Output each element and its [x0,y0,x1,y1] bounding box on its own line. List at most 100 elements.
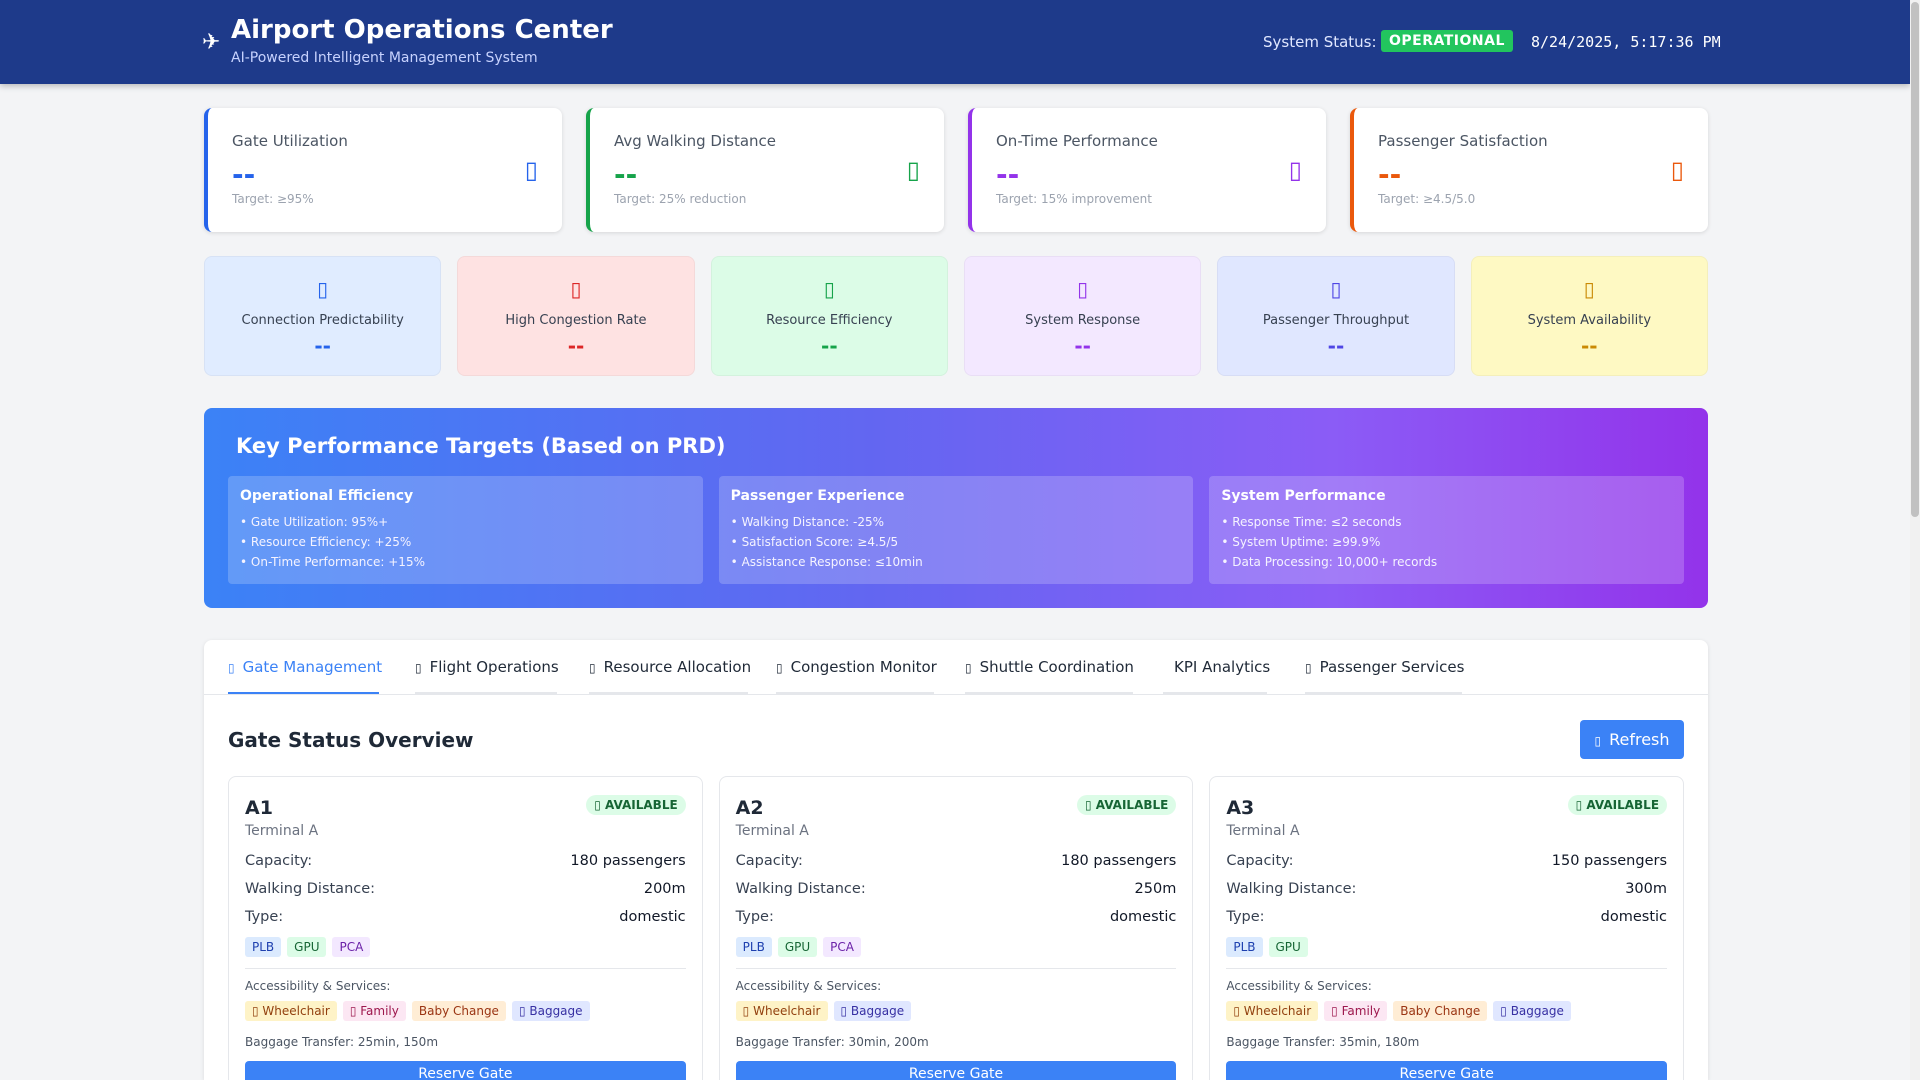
bolt-icon: ▯ [1077,277,1089,301]
metric-high-congestion-rate: ▯ High Congestion Rate -- [457,256,695,376]
tab-resource-allocation[interactable]: ▯ Resource Allocation [589,640,751,694]
scrollbar-thumb[interactable] [1911,2,1919,517]
baggage-transfer: Baggage Transfer: 25min, 150m [245,1035,439,1049]
system-status-badge: OPERATIONAL [1381,30,1513,52]
metric-value: -- [567,334,585,358]
accessibility-label: Accessibility & Services: [245,979,391,993]
tab-congestion-monitor[interactable]: ▯ Congestion Monitor [776,640,937,694]
targets-title: Key Performance Targets (Based on PRD) [236,434,726,458]
gate-card-a3: A3 Terminal A ▯ AVAILABLE Capacity: 150 p… [1209,776,1685,1080]
baggage-transfer: Baggage Transfer: 30min, 200m [735,1035,929,1049]
kpi-label: Passenger Satisfaction [1378,132,1548,150]
metric-value: -- [821,334,838,358]
refresh-button[interactable]: ▯ Refresh [1580,720,1684,759]
metric-value: -- [1327,334,1345,358]
gate-cards: A1 Terminal A ▯ AVAILABLE Capacity: 180 p… [228,776,1685,1080]
tab-label: Passenger Services [1319,658,1465,676]
tab-shuttle-coordination[interactable]: ▯ Shuttle Coordination [965,640,1134,694]
tab-label: Gate Management [242,658,383,676]
target-group-title: System Performance [1221,488,1386,504]
service-tag-baggage: ▯ Baggage [1493,1001,1571,1021]
kpi-card-on-time: On-Time Performance -- Target: 15% impro… [968,108,1326,232]
service-tag-baby-change: Baby Change [1393,1001,1488,1021]
equipment-tag: PLB [735,937,772,957]
metric-system-response: ▯ System Response -- [963,256,1202,376]
bus-icon: ▯ [965,661,972,675]
equipment-tag: PLB [245,937,282,957]
target-item: • Gate Utilization: 95%+ [240,515,389,529]
page-subtitle: AI-Powered Intelligent Management System [231,50,538,66]
kpi-card-walking-distance: Avg Walking Distance -- Target: 25% redu… [586,108,944,232]
kpi-value: -- [996,158,1020,191]
tab-label: Resource Allocation [603,658,752,676]
tab-flight-operations[interactable]: ▯ Flight Operations [415,640,559,694]
service-tags: ▯ Wheelchair ▯ Family Baby Change ▯ Bagg… [245,1001,590,1021]
family-icon: ▯ [1331,1004,1342,1018]
kpi-target: Target: ≥95% [232,192,314,206]
gate-terminal: Terminal A [245,823,319,839]
distance-row: Walking Distance: 250m [735,881,1177,897]
reserve-gate-button[interactable]: Reserve Gate [1226,1061,1668,1080]
family-icon: ▯ [349,1004,361,1018]
wheelchair-icon: ▯ [252,1004,263,1018]
type-row: Type: domestic [1226,909,1668,925]
target-group-system: System Performance • Response Time: ≤2 s… [1209,476,1685,584]
kpi-cards: Gate Utilization -- Target: ≥95% ▯ Avg W… [204,108,1708,232]
kpi-label: Gate Utilization [232,132,348,150]
performance-targets-banner: Key Performance Targets (Based on PRD) O… [204,408,1708,608]
metric-passenger-throughput: ▯ Passenger Throughput -- [1217,256,1455,376]
current-datetime: 8/24/2025, 5:17:36 PM [1531,33,1721,51]
metric-label: Passenger Throughput [1262,313,1410,328]
accessibility-label: Accessibility & Services: [735,979,882,993]
divider [735,968,1177,969]
users-icon: ▯ [776,661,783,675]
equipment-tags: PLB GPU PCA [735,937,861,957]
tab-gate-management[interactable]: ▯ Gate Management [228,640,382,694]
accessibility-label: Accessibility & Services: [1226,979,1372,993]
metric-label: High Congestion Rate [505,313,647,328]
metric-label: System Response [1025,313,1141,328]
target-item: • Walking Distance: -25% [730,515,884,529]
kpi-target: Target: 25% reduction [614,192,747,206]
service-tag-family: ▯ Family [342,1001,406,1021]
kpi-card-satisfaction: Passenger Satisfaction -- Target: ≥4.5/5… [1350,108,1708,232]
service-tag-wheelchair: ▯ Wheelchair [1226,1001,1319,1021]
warning-icon: ▯ [570,277,582,301]
check-icon: ▯ [594,798,606,812]
metric-system-availability: ▯ System Availability -- [1470,256,1708,376]
target-item: • System Uptime: ≥99.9% [1221,535,1381,549]
wheelchair-icon: ▯ [742,1004,754,1018]
gate-status-badge: ▯ AVAILABLE [1567,795,1668,815]
gate-name: A1 [245,797,273,819]
gate-management-panel: ▯ Gate Management ▯ Flight Operations ▯ Res… [204,640,1708,1080]
metric-value: -- [1581,334,1598,358]
service-tag-wheelchair: ▯ Wheelchair [245,1001,337,1021]
baggage-icon: ▯ [840,1004,851,1018]
tab-kpi-analytics[interactable]: KPI Analytics [1163,640,1271,694]
distance-row: Walking Distance: 300m [1226,881,1668,897]
plane-icon: ▯ [415,661,422,675]
metric-value: -- [1074,334,1091,358]
tab-label: KPI Analytics [1174,658,1271,676]
capacity-row: Capacity: 180 passengers [245,853,686,869]
gate-name: A2 [735,797,764,819]
tab-passenger-services[interactable]: ▯ Passenger Services [1305,640,1465,694]
target-item: • Satisfaction Score: ≥4.5/5 [730,535,899,549]
target-group-title: Passenger Experience [730,488,905,504]
service-tag-baggage: ▯ Baggage [833,1001,912,1021]
distance-row: Walking Distance: 200m [245,881,686,897]
equipment-tags: PLB GPU [1226,937,1308,957]
kpi-value: -- [232,158,256,191]
target-item: • On-Time Performance: +15% [240,555,425,569]
target-item: • Response Time: ≤2 seconds [1221,515,1402,529]
target-item: • Data Processing: 10,000+ records [1221,555,1438,569]
reserve-gate-button[interactable]: Reserve Gate [735,1061,1177,1080]
reserve-gate-button[interactable]: Reserve Gate [245,1061,686,1080]
metric-label: Resource Efficiency [766,313,893,328]
service-tag-family: ▯ Family [1324,1001,1388,1021]
section-title: Gate Status Overview [228,728,474,752]
kpi-target: Target: 15% improvement [996,192,1152,206]
page-scrollbar[interactable] [1910,0,1920,1080]
baggage-transfer: Baggage Transfer: 35min, 180m [1226,1035,1420,1049]
gate-card-a2: A2 Terminal A ▯ AVAILABLE Capacity: 180 p… [718,776,1194,1080]
